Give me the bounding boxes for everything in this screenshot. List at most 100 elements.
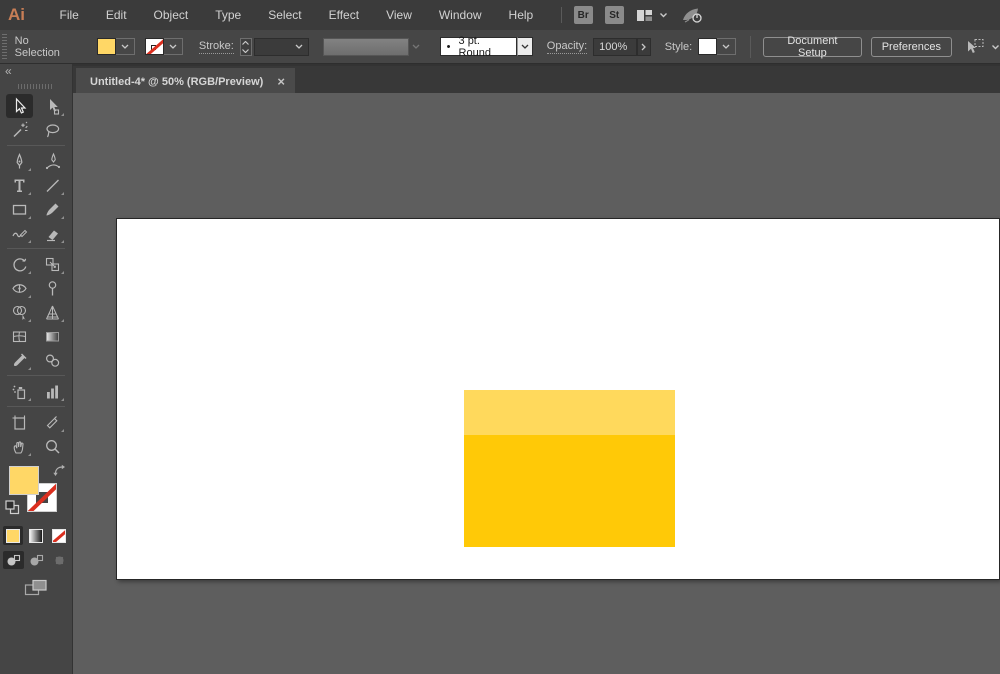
- menu-view[interactable]: View: [373, 8, 426, 22]
- menu-select[interactable]: Select: [255, 8, 315, 22]
- artboard-tool-icon: [10, 413, 29, 432]
- rectangle-bottom-band[interactable]: [464, 435, 675, 547]
- chevron-right-icon: [641, 43, 646, 51]
- width-tool[interactable]: [6, 276, 33, 300]
- pen-tool[interactable]: [6, 149, 33, 173]
- menu-edit[interactable]: Edit: [92, 8, 140, 22]
- bridge-button[interactable]: Br: [574, 6, 593, 24]
- draw-inside-button[interactable]: [49, 551, 70, 569]
- style-swatch[interactable]: [698, 38, 717, 55]
- rectangle-tool[interactable]: [6, 197, 33, 221]
- fill-color-swatch[interactable]: [97, 38, 116, 55]
- eyedropper-tool-icon: [10, 351, 29, 370]
- eraser-tool[interactable]: [39, 221, 66, 245]
- gpu-performance-icon[interactable]: [680, 6, 704, 24]
- none-slash-icon: [145, 38, 164, 55]
- stroke-color-control[interactable]: [145, 38, 183, 55]
- selection-tool[interactable]: [6, 94, 33, 118]
- line-segment-tool-icon: [43, 176, 62, 195]
- controlbar-grip[interactable]: [2, 34, 7, 60]
- hand-tool-icon: [10, 437, 29, 456]
- type-tool-icon: [10, 176, 29, 195]
- menu-window[interactable]: Window: [425, 8, 495, 22]
- none-button[interactable]: [49, 526, 69, 545]
- preferences-button[interactable]: Preferences: [871, 37, 952, 57]
- eyedropper-tool[interactable]: [6, 348, 33, 372]
- mesh-tool[interactable]: [6, 324, 33, 348]
- swap-fill-stroke-icon[interactable]: [53, 464, 66, 476]
- rotate-tool[interactable]: [6, 252, 33, 276]
- opacity-label[interactable]: Opacity:: [547, 40, 587, 54]
- stroke-weight-stepper[interactable]: [240, 38, 252, 56]
- menu-file[interactable]: File: [46, 8, 92, 22]
- color-button[interactable]: [3, 526, 23, 545]
- menu-effect[interactable]: Effect: [315, 8, 372, 22]
- artwork-rectangle[interactable]: [464, 390, 675, 547]
- brush-definition-value[interactable]: • 3 pt. Round: [440, 37, 517, 56]
- opacity-arrow-button[interactable]: [637, 38, 651, 56]
- document-tab-title: Untitled-4* @ 50% (RGB/Preview): [90, 76, 263, 88]
- stroke-weight-dropdown[interactable]: [254, 38, 309, 56]
- artboard[interactable]: [116, 218, 1000, 580]
- fill-proxy-swatch[interactable]: [9, 466, 39, 495]
- document-setup-button[interactable]: Document Setup: [763, 37, 862, 57]
- stroke-weight-label[interactable]: Stroke:: [199, 40, 234, 54]
- collapse-panel-icon[interactable]: «: [5, 64, 11, 78]
- slice-tool[interactable]: [39, 410, 66, 434]
- menu-help[interactable]: Help: [495, 8, 547, 22]
- width-profile-dropdown: [323, 38, 409, 56]
- stepper-up-icon[interactable]: [242, 41, 249, 45]
- tools-panel-header: «: [0, 64, 72, 94]
- scale-tool[interactable]: [39, 252, 66, 276]
- document-tab[interactable]: Untitled-4* @ 50% (RGB/Preview) ×: [76, 68, 295, 95]
- artboard-tool[interactable]: [6, 410, 33, 434]
- curvature-tool[interactable]: [39, 149, 66, 173]
- style-dropdown[interactable]: [717, 38, 736, 55]
- canvas-area[interactable]: [73, 93, 1000, 674]
- tab-close-icon[interactable]: ×: [277, 75, 285, 88]
- type-tool[interactable]: [6, 173, 33, 197]
- brush-definition-dropdown[interactable]: [517, 37, 533, 56]
- fill-stroke-proxy: [0, 462, 73, 522]
- blend-tool-icon: [43, 351, 62, 370]
- chevron-down-icon: [121, 44, 129, 49]
- symbol-sprayer-tool[interactable]: [6, 379, 33, 403]
- rectangle-top-band[interactable]: [464, 390, 675, 435]
- opacity-input[interactable]: 100%: [593, 38, 636, 56]
- stock-button[interactable]: St: [605, 6, 624, 24]
- stroke-color-dropdown[interactable]: [164, 38, 183, 55]
- tools-panel-grip[interactable]: [18, 84, 54, 89]
- column-graph-tool[interactable]: [39, 379, 66, 403]
- paintbrush-tool[interactable]: [39, 197, 66, 221]
- shaper-tool[interactable]: [6, 221, 33, 245]
- align-options-control[interactable]: [964, 38, 1000, 55]
- menu-object[interactable]: Object: [140, 8, 202, 22]
- screen-mode-button[interactable]: [24, 579, 48, 601]
- lasso-tool[interactable]: [39, 118, 66, 142]
- hand-tool[interactable]: [6, 434, 33, 458]
- gradient-button[interactable]: [26, 526, 46, 545]
- perspective-grid-tool[interactable]: [39, 300, 66, 324]
- stepper-down-icon[interactable]: [242, 49, 249, 53]
- puppet-warp-tool-icon: [43, 279, 62, 298]
- magic-wand-tool[interactable]: [6, 118, 33, 142]
- fill-color-control[interactable]: [97, 38, 135, 55]
- default-fill-stroke-icon[interactable]: [5, 500, 20, 515]
- gradient-tool[interactable]: [39, 324, 66, 348]
- style-control[interactable]: [698, 38, 736, 55]
- blend-tool[interactable]: [39, 348, 66, 372]
- brush-definition-control[interactable]: • 3 pt. Round: [440, 37, 533, 56]
- menu-type[interactable]: Type: [202, 8, 255, 22]
- width-profile-chevron-icon: [409, 38, 424, 56]
- puppet-warp-tool[interactable]: [39, 276, 66, 300]
- line-segment-tool[interactable]: [39, 173, 66, 197]
- scale-tool-icon: [43, 255, 62, 274]
- direct-selection-tool[interactable]: [39, 94, 66, 118]
- zoom-tool[interactable]: [39, 434, 66, 458]
- workspace-switcher[interactable]: [636, 9, 668, 22]
- draw-normal-button[interactable]: [3, 551, 24, 569]
- draw-behind-button[interactable]: [26, 551, 47, 569]
- shape-builder-tool[interactable]: [6, 300, 33, 324]
- stroke-color-swatch-none[interactable]: [145, 38, 164, 55]
- fill-color-dropdown[interactable]: [116, 38, 135, 55]
